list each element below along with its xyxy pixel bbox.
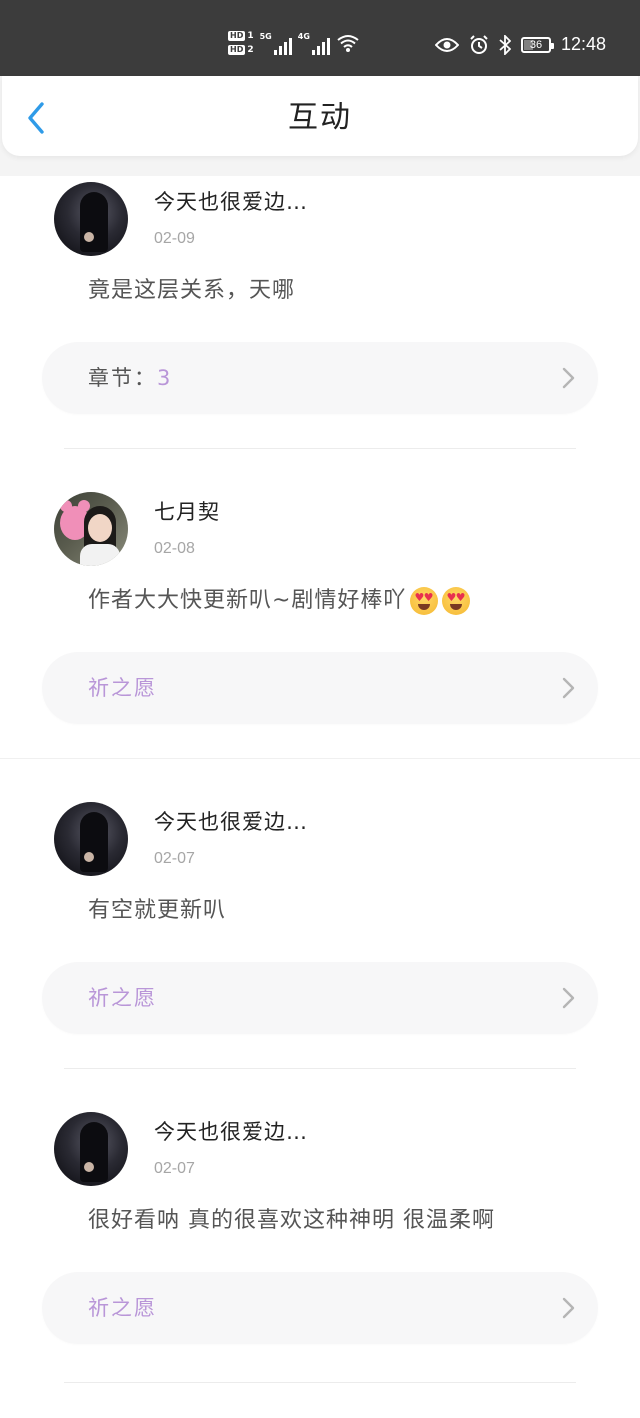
heart-eyes-emoji bbox=[410, 587, 439, 615]
clock: 12:48 bbox=[560, 34, 606, 54]
comment-date: 02-09 bbox=[154, 230, 195, 247]
network-5g-label: 5G bbox=[259, 31, 272, 41]
book-title: 祈之愿 bbox=[88, 986, 157, 1010]
comment-list: 今天也很爱边… 02-09 竟是这层关系，天哪 章节：3 七月契 02-08 作… bbox=[0, 178, 640, 1418]
comment-text: 作者大大快更新叭~剧情好棒吖 bbox=[88, 588, 407, 613]
comment-date: 02-07 bbox=[154, 1160, 195, 1177]
comment-date: 02-07 bbox=[154, 850, 195, 867]
chapter-link[interactable]: 章节：3 bbox=[42, 342, 598, 414]
hd1-indicator: HD 1 bbox=[228, 31, 254, 41]
signal-icon: 5G bbox=[260, 32, 292, 55]
book-title: 祈之愿 bbox=[88, 676, 157, 700]
status-right: 36 12:48 bbox=[434, 34, 606, 55]
book-link[interactable]: 祈之愿 bbox=[42, 962, 598, 1034]
comment-text: 有空就更新叭 bbox=[88, 898, 227, 923]
hd2-indicator: HD 2 bbox=[228, 45, 254, 55]
chevron-right-icon bbox=[562, 1297, 575, 1319]
status-bar: HD 1 HD 2 5G 4G 36 12:48 bbox=[0, 0, 640, 76]
network-indicators: HD 1 HD 2 5G 4G bbox=[228, 26, 360, 60]
book-link[interactable]: 祈之愿 bbox=[42, 652, 598, 724]
avatar[interactable] bbox=[54, 182, 128, 256]
network-4g-label: 4G bbox=[297, 31, 310, 41]
comment-item: 今天也很爱边… 02-07 有空就更新叭 祈之愿 bbox=[0, 798, 640, 1108]
page-title: 互动 bbox=[288, 100, 352, 135]
comment-item: 七月契 02-08 作者大大快更新叭~剧情好棒吖 祈之愿 bbox=[0, 488, 640, 798]
chapter-number: 3 bbox=[157, 366, 173, 390]
battery-level: 36 bbox=[529, 38, 543, 51]
battery-icon: 36 bbox=[520, 36, 554, 53]
comment-text-row: 作者大大快更新叭~剧情好棒吖 bbox=[88, 585, 471, 617]
username[interactable]: 今天也很爱边… bbox=[154, 1118, 308, 1146]
book-link[interactable]: 祈之愿 bbox=[42, 1272, 598, 1344]
wifi-icon bbox=[337, 35, 359, 52]
signal-icon-2: 4G bbox=[298, 32, 330, 55]
username[interactable]: 七月契 bbox=[154, 498, 220, 526]
comment-text: 很好看呐 真的很喜欢这种神明 很温柔啊 bbox=[88, 1208, 495, 1233]
divider bbox=[64, 1068, 576, 1069]
heart-eyes-emoji bbox=[442, 587, 471, 615]
book-title: 祈之愿 bbox=[88, 1296, 157, 1320]
chevron-right-icon bbox=[562, 987, 575, 1009]
username[interactable]: 今天也很爱边… bbox=[154, 808, 308, 836]
avatar[interactable] bbox=[54, 492, 128, 566]
username[interactable]: 今天也很爱边… bbox=[154, 188, 308, 216]
chevron-right-icon bbox=[562, 367, 575, 389]
bluetooth-icon bbox=[499, 34, 511, 55]
divider bbox=[64, 1382, 576, 1383]
divider bbox=[64, 448, 576, 449]
chevron-right-icon bbox=[562, 677, 575, 699]
avatar[interactable] bbox=[54, 1112, 128, 1186]
divider bbox=[0, 758, 640, 759]
alarm-icon bbox=[470, 34, 488, 54]
hd-indicators: HD 1 HD 2 bbox=[228, 30, 254, 56]
comment-text: 竟是这层关系，天哪 bbox=[88, 278, 296, 303]
chapter-label: 章节： bbox=[88, 366, 157, 390]
avatar[interactable] bbox=[54, 802, 128, 876]
eye-icon bbox=[434, 37, 459, 52]
comment-item: 今天也很爱边… 02-09 竟是这层关系，天哪 章节：3 bbox=[0, 178, 640, 488]
comment-date: 02-08 bbox=[154, 540, 195, 557]
chapter-ref: 章节：3 bbox=[88, 362, 172, 394]
comment-item: 今天也很爱边… 02-07 很好看呐 真的很喜欢这种神明 很温柔啊 祈之愿 bbox=[0, 1108, 640, 1418]
app-header: 互动 bbox=[2, 76, 638, 156]
